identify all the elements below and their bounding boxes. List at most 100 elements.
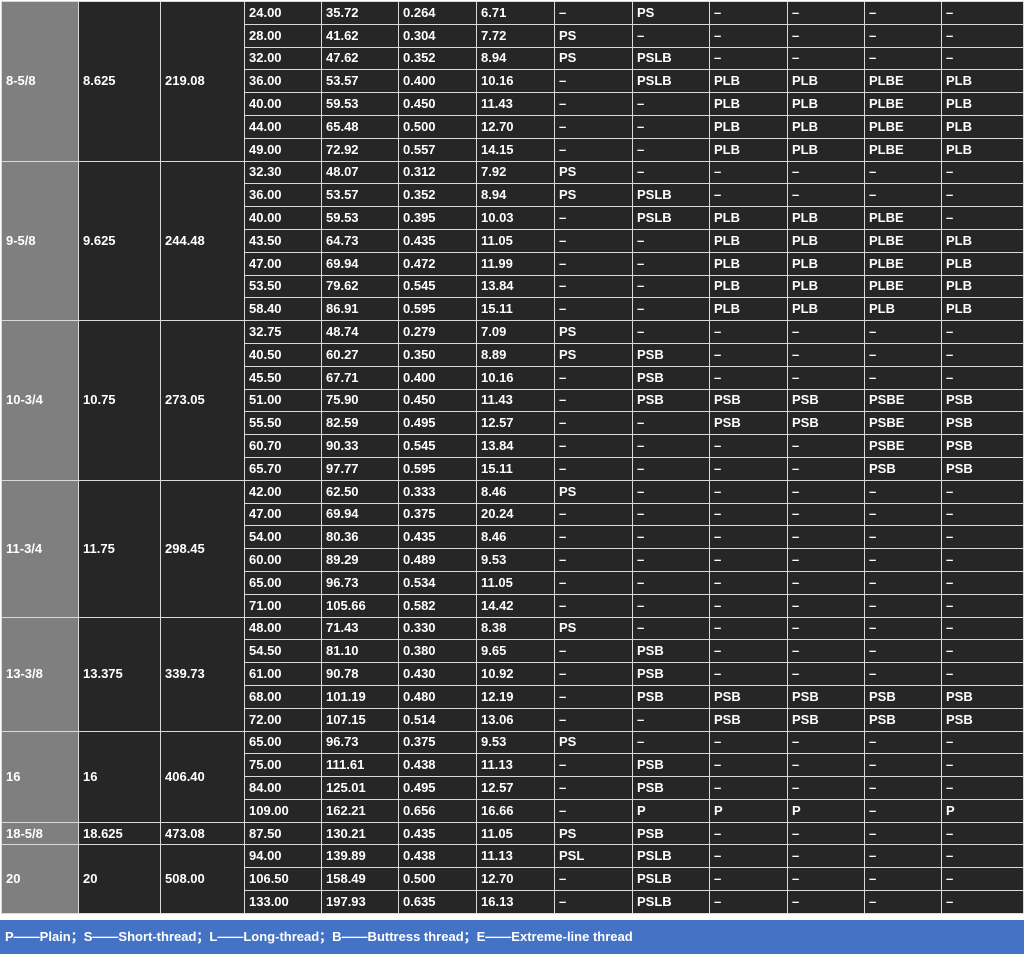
wall-in-cell: 0.352 bbox=[398, 183, 477, 208]
weight-kgm-cell: 158.49 bbox=[321, 867, 399, 892]
thread-n80-cell: – bbox=[709, 776, 788, 800]
thread-h40-cell: – bbox=[554, 297, 633, 322]
thread-p110-cell: – bbox=[864, 616, 942, 641]
thread-c95-cell: – bbox=[787, 662, 865, 686]
thread-n80-cell: PLB bbox=[709, 92, 788, 116]
weight-lbft-cell: 54.50 bbox=[244, 639, 322, 664]
wall-in-cell: 0.495 bbox=[398, 411, 477, 436]
thread-n80-cell: – bbox=[709, 320, 788, 344]
casing-size-cell: 10-3/4 bbox=[1, 320, 79, 481]
thread-h40-cell: – bbox=[554, 753, 633, 778]
thread-j55-cell: – bbox=[632, 548, 710, 572]
thread-c95-cell: PLB bbox=[787, 297, 865, 322]
wall-mm-cell: 16.13 bbox=[476, 890, 555, 914]
wall-mm-cell: 13.84 bbox=[476, 274, 555, 299]
thread-p110-cell: PLBE bbox=[864, 69, 942, 94]
wall-in-cell: 0.545 bbox=[398, 274, 477, 299]
weight-lbft-cell: 65.00 bbox=[244, 570, 322, 595]
thread-q125-cell: – bbox=[941, 570, 1024, 595]
weight-kgm-cell: 69.94 bbox=[321, 502, 399, 527]
wall-in-cell: 0.395 bbox=[398, 206, 477, 230]
wall-mm-cell: 8.89 bbox=[476, 342, 555, 367]
wall-in-cell: 0.435 bbox=[398, 228, 477, 253]
thread-c95-cell: – bbox=[787, 160, 865, 185]
thread-c95-cell: – bbox=[787, 46, 865, 71]
thread-n80-cell: – bbox=[709, 456, 788, 481]
weight-kgm-cell: 130.21 bbox=[321, 821, 399, 846]
wall-in-cell: 0.350 bbox=[398, 342, 477, 367]
thread-n80-cell: – bbox=[709, 821, 788, 846]
wall-in-cell: 0.480 bbox=[398, 684, 477, 709]
wall-mm-cell: 9.65 bbox=[476, 639, 555, 664]
weight-lbft-cell: 32.00 bbox=[244, 46, 322, 71]
thread-c95-cell: – bbox=[787, 502, 865, 527]
weight-kgm-cell: 35.72 bbox=[321, 1, 399, 25]
od-mm-cell: 244.48 bbox=[160, 160, 245, 322]
thread-j55-cell: PSLB bbox=[632, 867, 710, 892]
wall-in-cell: 0.435 bbox=[398, 821, 477, 846]
thread-j55-cell: PSLB bbox=[632, 183, 710, 208]
thread-c95-cell: – bbox=[787, 320, 865, 344]
thread-q125-cell: – bbox=[941, 821, 1024, 846]
thread-c95-cell: PLB bbox=[787, 206, 865, 230]
od-inch-cell: 10.75 bbox=[78, 320, 161, 481]
thread-j55-cell: – bbox=[632, 23, 710, 48]
weight-lbft-cell: 55.50 bbox=[244, 411, 322, 436]
wall-mm-cell: 8.94 bbox=[476, 183, 555, 208]
thread-c95-cell: – bbox=[787, 593, 865, 618]
thread-c95-cell: – bbox=[787, 844, 865, 869]
table-row: 13-3/8 13.375 339.73 48.00 71.43 0.330 8.38 PS –… bbox=[1, 616, 1024, 732]
od-mm-cell: 273.05 bbox=[160, 320, 245, 481]
thread-p110-cell: – bbox=[864, 730, 942, 755]
wall-in-cell: 0.635 bbox=[398, 890, 477, 914]
wall-mm-cell: 13.06 bbox=[476, 707, 555, 732]
weight-kgm-cell: 41.62 bbox=[321, 23, 399, 48]
weight-kgm-cell: 111.61 bbox=[321, 753, 399, 778]
thread-q125-cell: PLB bbox=[941, 274, 1024, 299]
wall-in-cell: 0.375 bbox=[398, 502, 477, 527]
weight-kgm-cell: 90.78 bbox=[321, 662, 399, 686]
thread-p110-cell: PLBE bbox=[864, 274, 942, 299]
thread-h40-cell: – bbox=[554, 639, 633, 664]
wall-in-cell: 0.400 bbox=[398, 365, 477, 390]
thread-q125-cell: – bbox=[941, 616, 1024, 641]
thread-j55-cell: PSLB bbox=[632, 844, 710, 869]
wall-in-cell: 0.514 bbox=[398, 707, 477, 732]
thread-n80-cell: – bbox=[709, 844, 788, 869]
thread-c95-cell: – bbox=[787, 479, 865, 504]
thread-c95-cell: PLB bbox=[787, 137, 865, 162]
od-mm-cell: 339.73 bbox=[160, 616, 245, 732]
weight-kgm-cell: 48.74 bbox=[321, 320, 399, 344]
thread-n80-cell: – bbox=[709, 570, 788, 595]
thread-n80-cell: PLB bbox=[709, 297, 788, 322]
thread-n80-cell: PLB bbox=[709, 137, 788, 162]
thread-j55-cell: PSB bbox=[632, 753, 710, 778]
thread-n80-cell: PLB bbox=[709, 69, 788, 94]
wall-in-cell: 0.450 bbox=[398, 92, 477, 116]
thread-q125-cell: PSB bbox=[941, 388, 1024, 413]
wall-mm-cell: 8.38 bbox=[476, 616, 555, 641]
weight-kgm-cell: 69.94 bbox=[321, 251, 399, 276]
thread-c95-cell: PSB bbox=[787, 411, 865, 436]
wall-mm-cell: 11.13 bbox=[476, 844, 555, 869]
thread-p110-cell: PSB bbox=[864, 707, 942, 732]
thread-q125-cell: – bbox=[941, 662, 1024, 686]
thread-n80-cell: PLB bbox=[709, 251, 788, 276]
wall-in-cell: 0.312 bbox=[398, 160, 477, 185]
weight-lbft-cell: 65.00 bbox=[244, 730, 322, 755]
thread-h40-cell: PS bbox=[554, 183, 633, 208]
thread-p110-cell: PLBE bbox=[864, 137, 942, 162]
thread-j55-cell: PS bbox=[632, 1, 710, 25]
thread-p110-cell: – bbox=[864, 183, 942, 208]
weight-kgm-cell: 79.62 bbox=[321, 274, 399, 299]
wall-mm-cell: 12.57 bbox=[476, 776, 555, 800]
table-body: 8-5/8 8.625 219.08 24.00 35.72 0.264 6.71– PS – –… bbox=[1, 1, 1024, 914]
thread-j55-cell: – bbox=[632, 297, 710, 322]
weight-kgm-cell: 59.53 bbox=[321, 206, 399, 230]
thread-p110-cell: – bbox=[864, 639, 942, 664]
wall-in-cell: 0.500 bbox=[398, 867, 477, 892]
thread-n80-cell: – bbox=[709, 639, 788, 664]
thread-j55-cell: – bbox=[632, 137, 710, 162]
thread-q125-cell: – bbox=[941, 548, 1024, 572]
weight-lbft-cell: 44.00 bbox=[244, 114, 322, 139]
